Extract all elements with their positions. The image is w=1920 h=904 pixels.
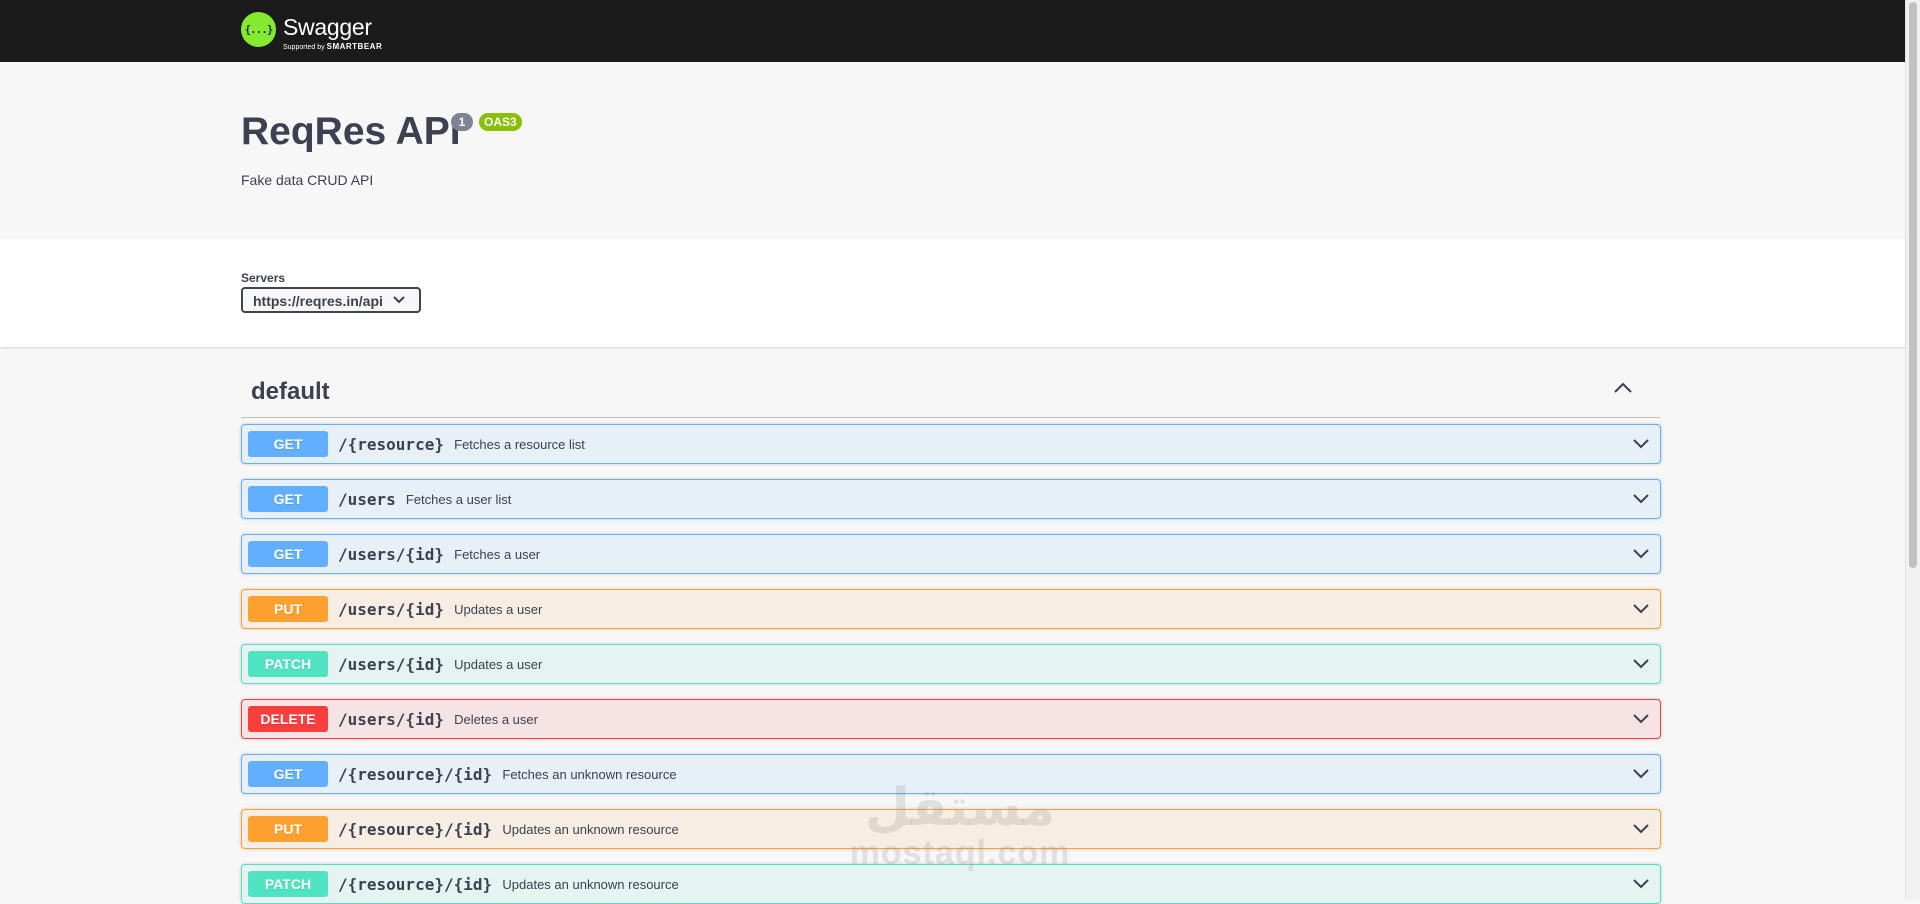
operation-get[interactable]: GET/users Fetches a user list	[241, 479, 1661, 519]
method-badge: PATCH	[248, 871, 328, 897]
operation-summary: Fetches a user	[454, 547, 541, 562]
chevron-down-icon[interactable]	[1632, 438, 1650, 450]
operation-summary: Fetches a resource list	[454, 437, 585, 452]
operation-put[interactable]: PUT/users/{id} Updates a user	[241, 589, 1661, 629]
method-badge: DELETE	[248, 706, 328, 732]
version-badge: 1	[451, 113, 473, 131]
servers-label: Servers	[241, 271, 286, 285]
operation-path: /users/{id}	[338, 710, 444, 729]
chevron-up-icon[interactable]	[1613, 382, 1633, 394]
operation-patch[interactable]: PATCH /{resource}/{id} Updates an unknown …	[241, 864, 1661, 904]
method-badge: GET	[248, 541, 328, 567]
page-scrollbar[interactable]	[1905, 0, 1920, 900]
method-badge: PUT	[248, 596, 328, 622]
method-badge: GET	[248, 431, 328, 457]
operation-summary: Fetches an unknown resource	[502, 767, 677, 782]
operation-summary: Updates a user	[454, 657, 543, 672]
api-info: ReqRes API 1 OAS3 Fake data CRUD API	[0, 62, 1905, 239]
method-badge: PUT	[248, 816, 328, 842]
operation-summary: Updates an unknown resource	[502, 822, 679, 837]
swagger-logo-icon: {...}	[241, 12, 276, 47]
method-badge: GET	[248, 486, 328, 512]
operation-path: /{resource}/{id}	[338, 820, 493, 839]
operation-patch[interactable]: PATCH/users/{id} Updates a user	[241, 644, 1661, 684]
operation-get[interactable]: GET/users/{id} Fetches a user	[241, 534, 1661, 574]
operation-delete[interactable]: DELETE/users/{id} Deletes a user	[241, 699, 1661, 739]
operation-summary: Updates an unknown resource	[502, 877, 679, 892]
chevron-down-icon	[393, 296, 405, 304]
operation-summary: Deletes a user	[454, 712, 538, 727]
logo-subtitle: Supported by SMARTBEAR	[283, 42, 383, 51]
operation-path: /{resource}/{id}	[338, 875, 493, 894]
chevron-down-icon[interactable]	[1632, 713, 1650, 725]
operation-summary: Updates a user	[454, 602, 543, 617]
operation-path: /users/{id}	[338, 655, 444, 674]
oas-badge: OAS3	[479, 113, 522, 131]
operation-path: /{resource}/{id}	[338, 765, 493, 784]
operation-put[interactable]: PUT /{resource}/{id} Updates an unknown re…	[241, 809, 1661, 849]
chevron-down-icon[interactable]	[1632, 878, 1650, 890]
method-badge: GET	[248, 761, 328, 787]
servers-select[interactable]: https://reqres.in/api	[241, 287, 421, 313]
servers-section: Servers https://reqres.in/api	[0, 239, 1905, 347]
operation-get[interactable]: GET /{resource}/{id} Fetches an unknown re…	[241, 754, 1661, 794]
api-description: Fake data CRUD API	[241, 172, 374, 188]
operation-path: /users/{id}	[338, 545, 444, 564]
chevron-down-icon[interactable]	[1632, 548, 1650, 560]
operation-get[interactable]: GET /{resource} Fetches a resource list	[241, 424, 1661, 464]
tag-section-header[interactable]: default	[241, 370, 1661, 418]
logo-wordmark: Swagger	[283, 14, 372, 40]
operation-path: /users	[338, 490, 396, 509]
chevron-down-icon[interactable]	[1632, 493, 1650, 505]
chevron-down-icon[interactable]	[1632, 768, 1650, 780]
operation-path: /users/{id}	[338, 600, 444, 619]
chevron-down-icon[interactable]	[1632, 603, 1650, 615]
swagger-logo[interactable]: {...} Swagger Supported by SMARTBEAR	[241, 11, 391, 55]
method-badge: PATCH	[248, 651, 328, 677]
page-title: ReqRes API	[241, 110, 461, 153]
scrollbar-thumb[interactable]	[1909, 2, 1917, 568]
servers-selected-value: https://reqres.in/api	[253, 293, 383, 309]
operation-path: /{resource}	[338, 435, 444, 454]
tag-title: default	[251, 378, 330, 405]
topbar: {...} Swagger Supported by SMARTBEAR	[0, 0, 1905, 62]
chevron-down-icon[interactable]	[1632, 658, 1650, 670]
chevron-down-icon[interactable]	[1632, 823, 1650, 835]
operation-summary: Fetches a user list	[405, 492, 512, 507]
